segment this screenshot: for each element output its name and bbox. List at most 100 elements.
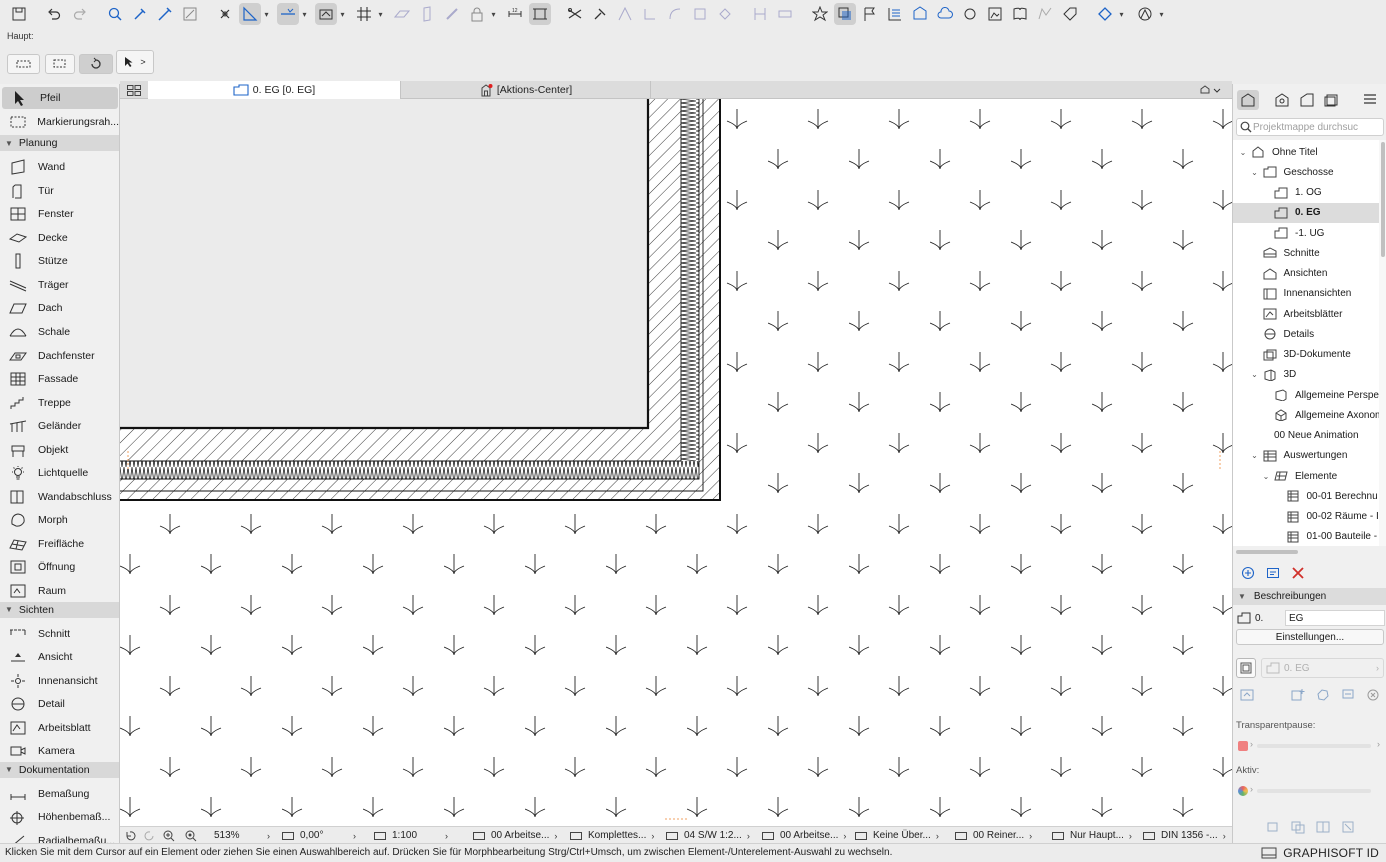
tree-item[interactable]: 00 Neue Animation bbox=[1233, 426, 1359, 446]
snap-guides-button[interactable] bbox=[277, 3, 299, 25]
report-window-icon[interactable] bbox=[1261, 847, 1279, 859]
redo-zoom-button[interactable] bbox=[142, 827, 156, 844]
navigator-menu-button[interactable] bbox=[1357, 90, 1385, 110]
tool-stair[interactable]: Treppe bbox=[0, 392, 119, 414]
edit-plane-button[interactable] bbox=[441, 3, 463, 25]
sync-button[interactable] bbox=[959, 3, 981, 25]
tool-lamp[interactable]: Lichtquelle bbox=[0, 462, 119, 484]
render-button[interactable] bbox=[1134, 3, 1156, 25]
tool-door[interactable]: Tür bbox=[0, 180, 119, 202]
tool-curtain-wall[interactable]: Fassade bbox=[0, 368, 119, 390]
view-button[interactable] bbox=[909, 3, 931, 25]
plane-button[interactable] bbox=[391, 3, 413, 25]
tool-zone[interactable]: Raum bbox=[0, 580, 119, 602]
snap-dropdown-button[interactable]: ▾ bbox=[300, 3, 309, 25]
trace-menu-chevron-icon[interactable]: › bbox=[1377, 739, 1380, 749]
tree-item[interactable]: ⌄ Ohne Titel bbox=[1233, 142, 1318, 162]
active-opacity-slider[interactable] bbox=[1257, 789, 1371, 793]
view-map-button[interactable] bbox=[1271, 90, 1293, 110]
view-settings-button[interactable] bbox=[1264, 564, 1282, 582]
override-option[interactable]: Keine Über... › bbox=[854, 827, 939, 844]
chevron-down-icon[interactable]: ⌄ bbox=[1250, 370, 1260, 379]
offset-button[interactable] bbox=[689, 3, 711, 25]
tool-roof[interactable]: Dach bbox=[0, 297, 119, 319]
book-button[interactable] bbox=[1009, 3, 1031, 25]
grid-dropdown-button[interactable]: ▾ bbox=[376, 3, 385, 25]
tree-vertical-scrollbar[interactable] bbox=[1379, 140, 1386, 546]
tool-radial-dimension[interactable]: Radialbemaßu... bbox=[0, 830, 119, 844]
trace-button-3[interactable] bbox=[1314, 818, 1332, 836]
snap-points-dropdown-button[interactable]: ▾ bbox=[338, 3, 347, 25]
toolbox-group-header[interactable]: ▼ Planung bbox=[0, 135, 119, 152]
lock-dropdown-button[interactable]: ▾ bbox=[489, 3, 498, 25]
cloud-button[interactable] bbox=[934, 3, 956, 25]
tool-detail[interactable]: Detail bbox=[0, 693, 119, 715]
story-name-field[interactable]: EG bbox=[1285, 610, 1385, 626]
chevron-down-icon[interactable]: ⌄ bbox=[1250, 168, 1260, 177]
chevron-down-icon[interactable]: ⌄ bbox=[1261, 472, 1271, 481]
zoom-option[interactable]: 513% › bbox=[214, 827, 270, 844]
grid-snap-button[interactable] bbox=[353, 3, 375, 25]
tree-item[interactable]: ⌄ Elemente bbox=[1233, 466, 1338, 486]
split-button[interactable] bbox=[564, 3, 586, 25]
view-toggle-button[interactable] bbox=[1236, 658, 1256, 678]
tool-object[interactable]: Objekt bbox=[0, 439, 119, 461]
tool-skylight[interactable]: Dachfenster bbox=[0, 345, 119, 367]
dimension-tool-button[interactable]: 12 bbox=[504, 3, 526, 25]
tab-action-center[interactable]: [Aktions-Center] bbox=[401, 81, 651, 99]
renovation-option[interactable]: 00 Reiner... › bbox=[954, 827, 1032, 844]
zoom-in-button[interactable] bbox=[162, 827, 176, 844]
tree-item[interactable]: ⌄ 3D bbox=[1233, 365, 1296, 385]
add-view-button[interactable] bbox=[1239, 564, 1257, 582]
tree-item[interactable]: 1. OG bbox=[1233, 183, 1322, 203]
tree-item[interactable]: Allgemeine Perspek bbox=[1233, 385, 1379, 405]
tree-item[interactable]: ⌄ Geschosse bbox=[1233, 162, 1334, 182]
layer-combo-button[interactable] bbox=[834, 3, 856, 25]
tool-interior-elevation[interactable]: Innenansicht bbox=[0, 670, 119, 692]
trim-button[interactable] bbox=[589, 3, 611, 25]
new-view-button[interactable] bbox=[1289, 686, 1307, 704]
adjust-elements-button[interactable] bbox=[639, 3, 661, 25]
tool-worksheet[interactable]: Arbeitsblatt bbox=[0, 717, 119, 739]
tree-item[interactable]: 0. EG bbox=[1233, 202, 1379, 223]
tree-item[interactable]: Details bbox=[1233, 324, 1314, 344]
tool-window[interactable]: Fenster bbox=[0, 203, 119, 225]
trace-button-2[interactable] bbox=[1289, 818, 1307, 836]
color-wheel-icon[interactable] bbox=[1238, 786, 1248, 796]
tool-level-dimension[interactable]: Höhenbemaß... bbox=[0, 806, 119, 828]
layout-book-button[interactable] bbox=[1296, 90, 1318, 110]
tree-item[interactable]: Arbeitsblätter bbox=[1233, 304, 1342, 324]
project-indexes-button[interactable] bbox=[884, 3, 906, 25]
rotation-toggle-button[interactable] bbox=[79, 54, 113, 74]
structure-option[interactable]: Komplettes... › bbox=[569, 827, 654, 844]
syringe-button[interactable] bbox=[154, 3, 176, 25]
tool-arrow[interactable]: Pfeil bbox=[2, 87, 118, 109]
tool-section[interactable]: Schnitt bbox=[0, 623, 119, 645]
tool-column[interactable]: Stütze bbox=[0, 250, 119, 272]
tool-opening[interactable]: Öffnung bbox=[0, 556, 119, 578]
graphisoft-id-button[interactable]: GRAPHISOFT ID bbox=[1283, 846, 1379, 860]
tree-item[interactable]: Innenansichten bbox=[1233, 284, 1351, 304]
delete-button[interactable] bbox=[1289, 564, 1307, 582]
tab-list-dropdown[interactable] bbox=[1194, 81, 1228, 99]
pen-set-option[interactable]: 04 S/W 1:2... › bbox=[665, 827, 750, 844]
guide-lines-button[interactable] bbox=[239, 3, 261, 25]
toolbox-group-header[interactable]: ▼ Sichten bbox=[0, 601, 119, 618]
undo-button[interactable] bbox=[43, 3, 65, 25]
lock-button[interactable] bbox=[466, 3, 488, 25]
project-map-button[interactable] bbox=[1237, 90, 1259, 110]
eyedropper-button[interactable] bbox=[129, 3, 151, 25]
tool-railing[interactable]: Geländer bbox=[0, 415, 119, 437]
layer-option[interactable]: 00 Arbeitse... › bbox=[472, 827, 557, 844]
view-selector[interactable]: 0. EG › bbox=[1261, 658, 1384, 678]
save-button[interactable] bbox=[8, 3, 30, 25]
tool-morph[interactable]: Morph bbox=[0, 509, 119, 531]
tree-item[interactable]: Schnitte bbox=[1233, 243, 1320, 263]
tool-wall[interactable]: Wand bbox=[0, 156, 119, 178]
tree-item[interactable]: 3D-Dokumente bbox=[1233, 345, 1351, 365]
tab-floorplan[interactable]: 0. EG [0. EG] bbox=[148, 81, 401, 99]
tree-item[interactable]: ⌄ Auswertungen bbox=[1233, 446, 1347, 466]
redo-button[interactable] bbox=[69, 3, 91, 25]
dimension-standard-option[interactable]: DIN 1356 -... › bbox=[1142, 827, 1226, 844]
flag-button[interactable] bbox=[859, 3, 881, 25]
